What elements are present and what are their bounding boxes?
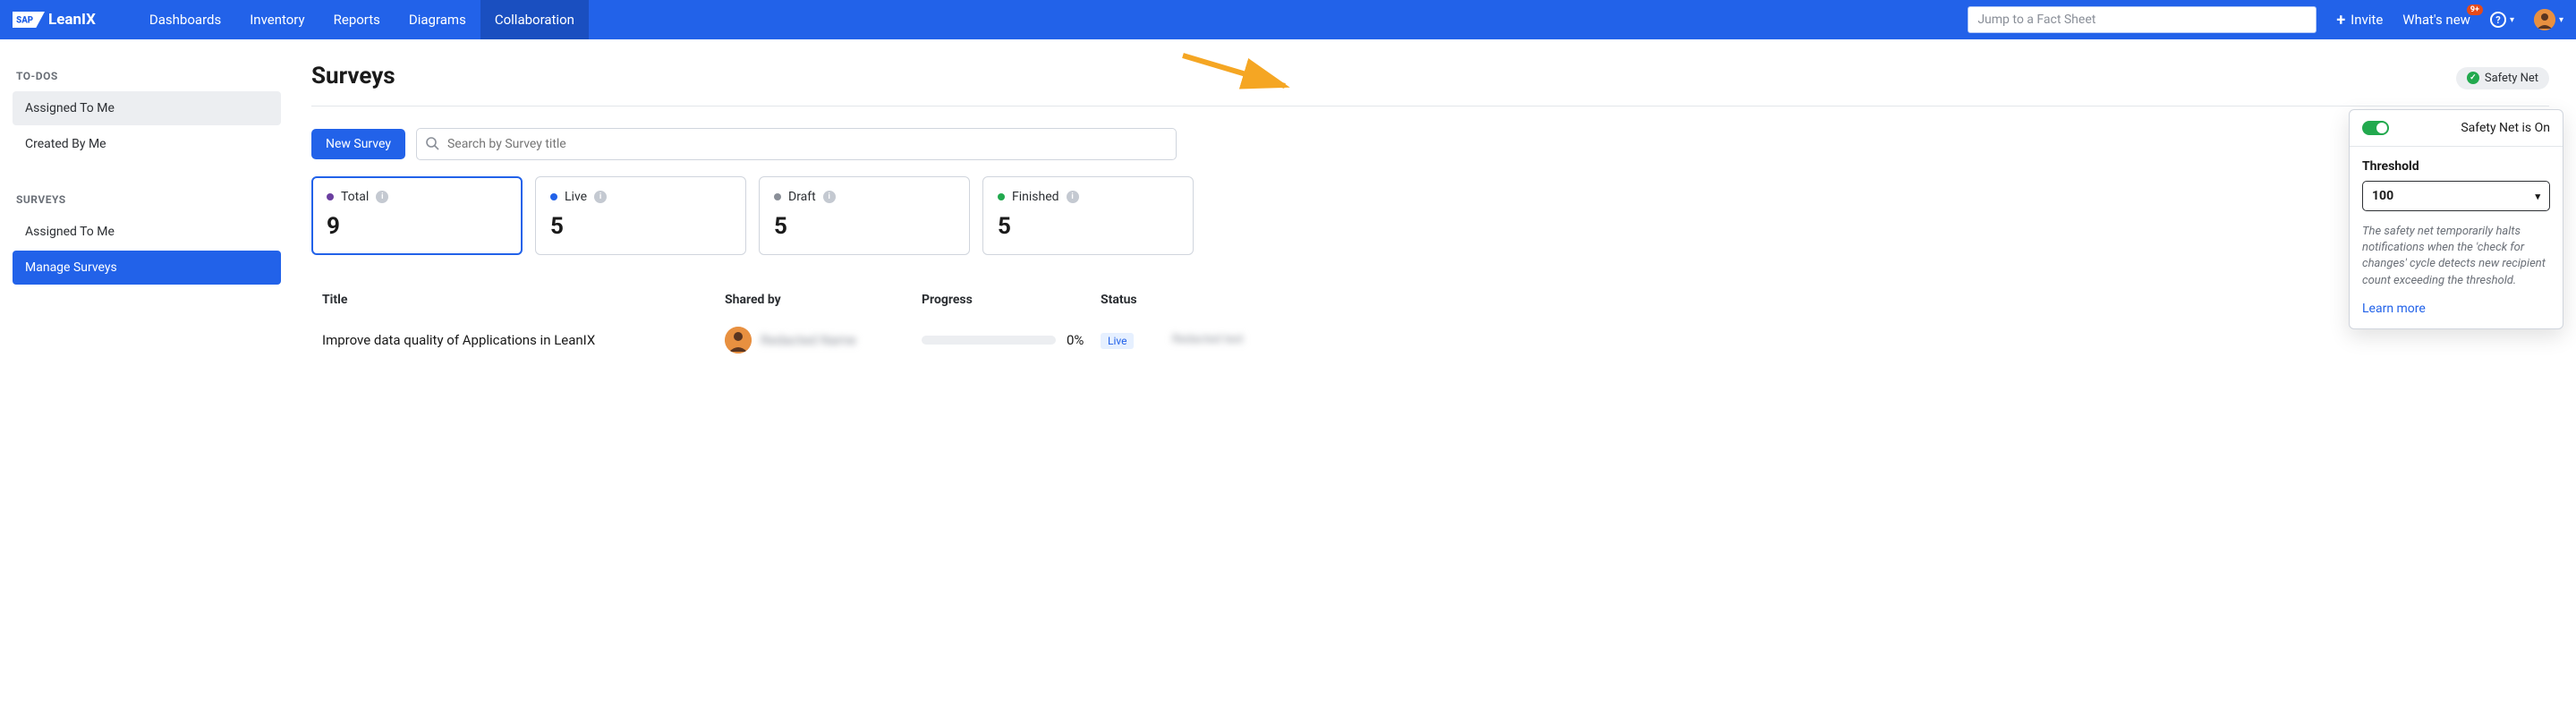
help-icon: ? <box>2490 12 2506 28</box>
action-row: New Survey <box>311 128 2549 160</box>
cell-shared-by: Redacted Name <box>725 327 922 354</box>
stat-card-draft[interactable]: Draft i 5 <box>759 176 970 255</box>
col-header-title[interactable]: Title <box>322 293 725 307</box>
sidebar-surveys-header: SURVEYS <box>16 193 281 206</box>
sidebar: TO-DOS Assigned To Me Created By Me SURV… <box>0 39 293 384</box>
nav-reports[interactable]: Reports <box>319 0 395 39</box>
threshold-select[interactable]: 100 ▾ <box>2362 181 2550 211</box>
survey-search-input[interactable] <box>416 128 1177 160</box>
stat-card-finished[interactable]: Finished i 5 <box>982 176 1194 255</box>
chevron-down-icon: ▾ <box>2559 15 2563 25</box>
stat-value: 9 <box>327 213 507 240</box>
popover-header: Safety Net is On <box>2350 110 2563 147</box>
whats-new-link[interactable]: What's new 9+ <box>2402 12 2470 28</box>
logo[interactable]: SAP LeanIX <box>13 11 96 29</box>
safety-chip-label: Safety Net <box>2485 72 2538 85</box>
sidebar-item-assigned-to-me-todos[interactable]: Assigned To Me <box>13 91 281 125</box>
user-menu[interactable]: ▾ <box>2534 9 2563 30</box>
popover-body: Threshold 100 ▾ The safety net temporari… <box>2350 147 2563 328</box>
stat-card-total[interactable]: Total i 9 <box>311 176 523 255</box>
stat-dot-icon <box>550 193 557 200</box>
nav-inventory[interactable]: Inventory <box>235 0 319 39</box>
safety-net-toggle[interactable] <box>2362 121 2389 135</box>
progress-percent: 0% <box>1067 332 1084 348</box>
safety-net-status: Safety Net is On <box>2461 121 2550 135</box>
col-header-progress[interactable]: Progress <box>922 293 1101 307</box>
invite-link[interactable]: + Invite <box>2336 11 2383 30</box>
new-survey-button[interactable]: New Survey <box>311 129 405 159</box>
safety-net-popover: Safety Net is On Threshold 100 ▾ The saf… <box>2349 109 2563 329</box>
stat-value: 5 <box>998 213 1178 240</box>
stat-card-live[interactable]: Live i 5 <box>535 176 746 255</box>
invite-label: Invite <box>2351 12 2383 28</box>
col-header-shared[interactable]: Shared by <box>725 293 922 307</box>
stat-label-text: Live <box>565 190 587 204</box>
sidebar-item-manage-surveys[interactable]: Manage Surveys <box>13 251 281 285</box>
sidebar-item-assigned-to-me-surveys[interactable]: Assigned To Me <box>13 215 281 249</box>
content: Surveys ✓ Safety Net New Survey Total <box>293 39 2576 384</box>
nav-dashboards[interactable]: Dashboards <box>135 0 235 39</box>
jump-search-input[interactable] <box>1968 6 2317 33</box>
stat-value: 5 <box>774 213 955 240</box>
info-icon[interactable]: i <box>823 191 836 203</box>
col-header-status[interactable]: Status <box>1101 293 1172 307</box>
last-col-text: Redacted text <box>1172 332 2538 348</box>
cell-title: Improve data quality of Applications in … <box>322 332 725 348</box>
sidebar-todos-header: TO-DOS <box>16 70 281 82</box>
shared-by-name: Redacted Name <box>761 332 856 348</box>
cell-status: Live <box>1101 332 1172 348</box>
help-menu[interactable]: ? ▾ <box>2490 12 2514 28</box>
check-circle-icon: ✓ <box>2467 72 2479 84</box>
avatar <box>725 327 752 354</box>
stat-cards: Total i 9 Live i 5 Draft i 5 <box>311 176 2549 255</box>
whats-new-badge: 9+ <box>2467 4 2483 15</box>
stat-dot-icon <box>774 193 781 200</box>
stat-value: 5 <box>550 213 731 240</box>
stat-label-text: Draft <box>788 190 816 204</box>
safety-net-chip[interactable]: ✓ Safety Net <box>2456 67 2549 89</box>
whats-new-label: What's new <box>2402 12 2470 28</box>
info-icon[interactable]: i <box>594 191 607 203</box>
info-icon[interactable]: i <box>1067 191 1079 203</box>
search-icon <box>425 136 439 154</box>
main: TO-DOS Assigned To Me Created By Me SURV… <box>0 39 2576 384</box>
right-actions: + Invite What's new 9+ ? ▾ ▾ <box>2336 9 2563 30</box>
nav-items: Dashboards Inventory Reports Diagrams Co… <box>135 0 589 39</box>
plus-icon: + <box>2336 11 2345 30</box>
nav-diagrams[interactable]: Diagrams <box>395 0 480 39</box>
info-icon[interactable]: i <box>376 191 388 203</box>
table-header: Title Shared by Progress Status <box>311 285 2549 314</box>
page-title: Surveys <box>311 63 395 89</box>
stat-label-text: Finished <box>1012 190 1059 204</box>
chevron-down-icon: ▾ <box>2535 191 2540 202</box>
svg-text:SAP: SAP <box>16 15 33 25</box>
threshold-value: 100 <box>2372 189 2393 203</box>
topbar: SAP LeanIX Dashboards Inventory Reports … <box>0 0 2576 39</box>
avatar <box>2534 9 2555 30</box>
learn-more-link[interactable]: Learn more <box>2362 302 2426 316</box>
sap-logo-icon: SAP <box>13 12 45 28</box>
popover-description: The safety net temporarily halts notific… <box>2362 224 2550 289</box>
brand-name: LeanIX <box>48 11 96 29</box>
stat-label-text: Total <box>341 190 369 204</box>
progress-bar <box>922 336 1056 345</box>
status-pill: Live <box>1101 333 1134 349</box>
survey-search <box>416 128 1177 160</box>
table-row[interactable]: Improve data quality of Applications in … <box>311 314 2549 366</box>
sidebar-item-created-by-me[interactable]: Created By Me <box>13 127 281 161</box>
cell-last: Redacted text <box>1172 332 2538 348</box>
cell-progress: 0% <box>922 332 1101 348</box>
chevron-down-icon: ▾ <box>2510 15 2514 25</box>
threshold-label: Threshold <box>2362 159 2550 174</box>
stat-dot-icon <box>998 193 1005 200</box>
stat-dot-icon <box>327 193 334 200</box>
title-row: Surveys ✓ Safety Net <box>311 63 2549 93</box>
nav-collaboration[interactable]: Collaboration <box>480 0 589 39</box>
